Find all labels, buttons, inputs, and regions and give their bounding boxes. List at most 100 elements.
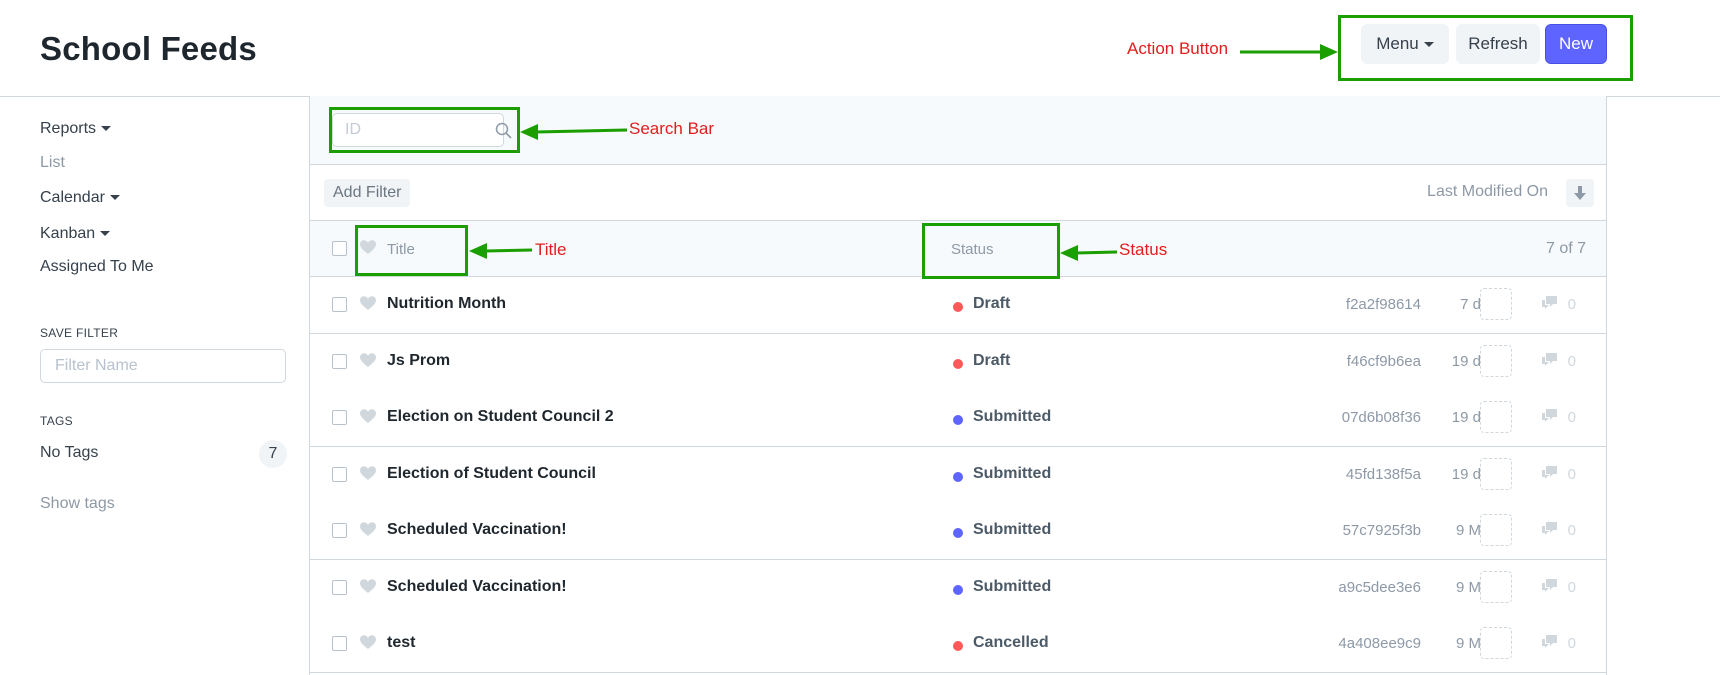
list-row[interactable]: test Cancelled 4a408ee9c9 9 M 0 bbox=[310, 616, 1606, 673]
search-bar-area bbox=[310, 96, 1606, 165]
list-row[interactable]: Election of Student Council Submitted 45fd… bbox=[310, 447, 1606, 504]
row-title[interactable]: test bbox=[387, 634, 415, 652]
chevron-down-icon bbox=[101, 126, 112, 132]
status-badge: Submitted bbox=[973, 578, 1052, 595]
sidebar-item-list[interactable]: List bbox=[40, 154, 65, 172]
title-column-header[interactable]: Title bbox=[387, 241, 415, 258]
row-checkbox[interactable] bbox=[332, 354, 347, 369]
sidebar-item-label: Calendar bbox=[40, 189, 105, 206]
row-title[interactable]: Election on Student Council 2 bbox=[387, 408, 614, 426]
list-row[interactable]: Election on Student Council 2 Submitted 07… bbox=[310, 390, 1606, 447]
status-indicator bbox=[953, 528, 963, 538]
heart-icon[interactable] bbox=[360, 296, 376, 311]
status-column-header[interactable]: Status bbox=[951, 241, 994, 258]
select-all-checkbox[interactable] bbox=[332, 241, 347, 256]
heart-icon[interactable] bbox=[360, 409, 376, 424]
arrow-down-icon bbox=[1574, 186, 1586, 200]
search-icon[interactable] bbox=[495, 122, 512, 139]
comment-count: 0 bbox=[1567, 522, 1576, 539]
avatar bbox=[1480, 401, 1512, 433]
heart-icon[interactable] bbox=[360, 240, 376, 255]
filter-row: Add Filter Last Modified On bbox=[310, 165, 1606, 221]
menu-button[interactable]: Menu bbox=[1361, 24, 1449, 64]
comment-icon bbox=[1542, 466, 1557, 479]
filter-name-input[interactable] bbox=[40, 349, 286, 383]
row-checkbox[interactable] bbox=[332, 523, 347, 538]
new-button[interactable]: New bbox=[1545, 24, 1607, 64]
heart-icon[interactable] bbox=[360, 635, 376, 650]
comment-count: 0 bbox=[1567, 635, 1576, 652]
status-badge: Submitted bbox=[973, 408, 1052, 425]
search-bar-annotation: Search Bar bbox=[629, 119, 715, 138]
row-title[interactable]: Election of Student Council bbox=[387, 465, 596, 483]
sort-by-label[interactable]: Last Modified On bbox=[1427, 183, 1548, 201]
comment-icon bbox=[1542, 296, 1557, 309]
avatar bbox=[1480, 627, 1512, 659]
list-row[interactable]: Scheduled Vaccination! Submitted a9c5dee3e… bbox=[310, 560, 1606, 617]
row-checkbox[interactable] bbox=[332, 636, 347, 651]
row-modified: 7 d bbox=[1460, 296, 1481, 313]
avatar bbox=[1480, 288, 1512, 320]
sidebar-item-kanban[interactable]: Kanban bbox=[40, 225, 111, 243]
heart-icon[interactable] bbox=[360, 353, 376, 368]
sidebar-item-label: Reports bbox=[40, 120, 97, 137]
comment-count: 0 bbox=[1567, 353, 1576, 370]
sidebar-item-reports[interactable]: Reports bbox=[40, 120, 112, 138]
list-header: Title Status 7 of 7 bbox=[310, 221, 1606, 277]
row-checkbox[interactable] bbox=[332, 580, 347, 595]
status-badge: Cancelled bbox=[973, 634, 1049, 651]
row-checkbox[interactable] bbox=[332, 467, 347, 482]
row-checkbox[interactable] bbox=[332, 410, 347, 425]
row-id[interactable]: 4a408ee9c9 bbox=[1338, 635, 1421, 652]
menu-button-label: Menu bbox=[1376, 34, 1419, 53]
status-indicator bbox=[953, 472, 963, 482]
show-tags-link[interactable]: Show tags bbox=[40, 495, 115, 513]
row-title[interactable]: Scheduled Vaccination! bbox=[387, 521, 567, 539]
status-badge: Submitted bbox=[973, 521, 1052, 538]
comment-count: 0 bbox=[1567, 296, 1576, 313]
avatar bbox=[1480, 458, 1512, 490]
page-header: School Feeds Menu Refresh New bbox=[0, 0, 1720, 97]
refresh-button[interactable]: Refresh bbox=[1456, 24, 1540, 64]
sort-order-button[interactable] bbox=[1566, 179, 1594, 207]
status-indicator bbox=[953, 585, 963, 595]
sidebar-item-label: Kanban bbox=[40, 225, 96, 242]
row-modified: 9 M bbox=[1455, 579, 1481, 596]
row-id[interactable]: f46cf9b6ea bbox=[1347, 353, 1421, 370]
row-id[interactable]: 07d6b08f36 bbox=[1342, 409, 1421, 426]
record-count: 7 of 7 bbox=[1545, 240, 1586, 257]
avatar bbox=[1480, 514, 1512, 546]
status-indicator bbox=[953, 359, 963, 369]
action-button-annotation: Action Button bbox=[1127, 39, 1229, 58]
sidebar-item-calendar[interactable]: Calendar bbox=[40, 189, 120, 207]
row-id[interactable]: 45fd138f5a bbox=[1346, 466, 1421, 483]
status-badge: Draft bbox=[973, 295, 1011, 312]
add-filter-button[interactable]: Add Filter bbox=[324, 179, 411, 207]
row-checkbox[interactable] bbox=[332, 297, 347, 312]
row-modified: 19 d bbox=[1451, 409, 1481, 426]
comment-icon bbox=[1542, 353, 1557, 366]
sidebar-item-assigned-to-me[interactable]: Assigned To Me bbox=[40, 258, 154, 276]
no-tags-item[interactable]: No Tags bbox=[40, 444, 98, 462]
status-annotation: Status bbox=[1119, 240, 1168, 259]
chevron-down-icon bbox=[1423, 41, 1434, 47]
heart-icon[interactable] bbox=[360, 522, 376, 537]
title-annotation: Title bbox=[535, 240, 567, 259]
list-row[interactable]: Js Prom Draft f46cf9b6ea 19 d 0 bbox=[310, 334, 1606, 391]
row-title[interactable]: Js Prom bbox=[387, 352, 450, 370]
status-indicator bbox=[953, 641, 963, 651]
heart-icon[interactable] bbox=[360, 466, 376, 481]
row-id[interactable]: a9c5dee3e6 bbox=[1338, 579, 1421, 596]
list-row[interactable]: Scheduled Vaccination! Submitted 57c7925f3… bbox=[310, 503, 1606, 560]
row-title[interactable]: Nutrition Month bbox=[387, 295, 506, 313]
row-id[interactable]: 57c7925f3b bbox=[1343, 522, 1421, 539]
row-id[interactable]: f2a2f98614 bbox=[1346, 296, 1421, 313]
avatar bbox=[1480, 345, 1512, 377]
save-filter-heading: SAVE FILTER bbox=[40, 326, 119, 340]
list-row[interactable]: Nutrition Month Draft f2a2f98614 7 d 0 bbox=[310, 277, 1606, 334]
search-input[interactable] bbox=[332, 113, 504, 147]
row-title[interactable]: Scheduled Vaccination! bbox=[387, 578, 567, 596]
heart-icon[interactable] bbox=[360, 579, 376, 594]
row-modified: 9 M bbox=[1455, 522, 1481, 539]
status-badge: Draft bbox=[973, 352, 1011, 369]
